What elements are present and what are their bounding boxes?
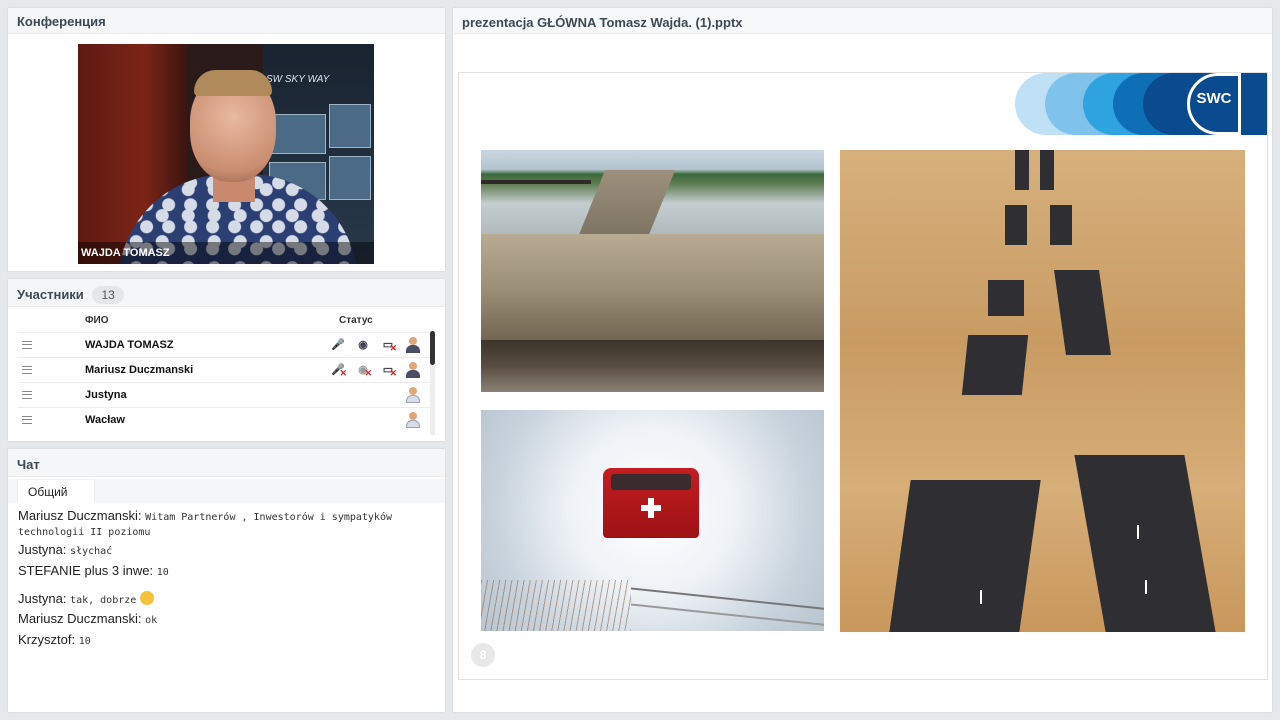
drag-handle-icon[interactable] (22, 366, 32, 374)
road-segment (1015, 150, 1029, 190)
speaker-hair (194, 70, 272, 96)
poster-image (269, 114, 326, 154)
chat-message: Mariusz Duczmanski: ok (18, 612, 428, 627)
presentation-title: prezentacja GŁÓWNA Tomasz Wajda. (1).ppt… (453, 8, 1272, 34)
conference-panel: Конференция SW SKY WAY WAJDA TOMASZ (8, 8, 445, 271)
participant-name: Mariusz Duczmanski (85, 364, 194, 376)
road-segment (961, 335, 1029, 395)
message-text: ok (145, 615, 158, 626)
poster-image (329, 104, 371, 148)
road-segment (1040, 150, 1054, 190)
broken-bridge-image (481, 150, 824, 392)
presentation-panel: prezentacja GŁÓWNA Tomasz Wajda. (1).ppt… (453, 8, 1272, 712)
poster-image (329, 156, 371, 200)
swc-logo: SWC (1015, 73, 1267, 135)
road-segment (988, 280, 1024, 316)
microphone-icon[interactable]: 🎤 (331, 338, 345, 352)
road-segment (889, 480, 1041, 632)
video-feed[interactable]: SW SKY WAY WAJDA TOMASZ (78, 44, 374, 264)
video-name-label: WAJDA TOMASZ (78, 242, 374, 264)
train-in-snow-image (481, 410, 824, 631)
road-segment (1050, 205, 1072, 245)
bridge-railing (481, 180, 591, 228)
microphone-muted-icon[interactable]: 🎤 ✕ (331, 363, 347, 378)
participant-row[interactable]: WAJDA TOMASZ 🎤 ◉ ▭ ✕ (18, 332, 430, 357)
chat-message: Justyna: słychać (18, 543, 428, 558)
locomotive-window (611, 474, 691, 490)
message-author: Mariusz Duczmanski: (18, 508, 142, 523)
presentation-slide[interactable]: SWC 8 (458, 72, 1268, 680)
message-author: Mariusz Duczmanski: (18, 611, 142, 626)
chat-message: Mariusz Duczmanski: Witam Partnerów , In… (18, 509, 428, 539)
participant-row[interactable]: Justyna (18, 382, 430, 407)
webcam-off-icon[interactable]: ◉ ✕ (356, 363, 372, 378)
column-name-header[interactable]: ФИО (85, 315, 109, 326)
user-presenter-icon (406, 362, 420, 378)
drag-handle-icon[interactable] (22, 391, 32, 399)
bridge-far-deck (576, 170, 676, 240)
drag-handle-icon[interactable] (22, 416, 32, 424)
poster-banner: SW SKY WAY (266, 74, 330, 85)
message-author: STEFANIE plus 3 inwe: (18, 563, 154, 578)
dry-grass (481, 580, 631, 631)
road-marking (1137, 525, 1139, 539)
road-segment (1054, 270, 1111, 355)
bridge-deck (481, 234, 824, 344)
webcam-icon[interactable]: ◉ (356, 338, 370, 352)
participant-name: WAJDA TOMASZ (85, 339, 174, 351)
screen-off-icon[interactable]: ▭ ✕ (381, 363, 397, 378)
participants-title: Участники (17, 287, 84, 302)
participant-name: Justyna (85, 389, 127, 401)
screen-off-icon[interactable]: ▭ ✕ (381, 338, 397, 353)
smiley-emoji-icon (139, 591, 154, 605)
chat-tab-general[interactable]: Общий (17, 479, 95, 503)
column-status-header[interactable]: Статус (339, 315, 373, 326)
rail-tracks (631, 587, 824, 627)
user-listener-icon (406, 387, 420, 403)
user-presenter-icon (406, 337, 420, 353)
participants-scrollbar[interactable] (430, 331, 435, 435)
message-author: Justyna: (18, 591, 67, 606)
participant-name: Wacław (85, 414, 125, 426)
participants-header: Участники 13 (8, 279, 445, 307)
swc-globe-logo: SWC (1187, 73, 1241, 135)
participant-row[interactable]: Wacław (18, 407, 430, 432)
message-text: tak, dobrze (70, 595, 137, 606)
chat-message: Justyna: tak, dobrze (18, 591, 428, 607)
chat-title: Чат (8, 449, 445, 477)
road-marking (980, 590, 982, 604)
slide-page-number: 8 (471, 643, 495, 667)
drag-handle-icon[interactable] (22, 341, 32, 349)
message-author: Justyna: (18, 542, 67, 557)
user-listener-icon (406, 412, 420, 428)
message-text: 10 (78, 636, 91, 647)
bridge-base (481, 340, 824, 392)
message-author: Krzysztof: (18, 632, 76, 647)
chat-message: STEFANIE plus 3 inwe: 10 (18, 564, 428, 579)
road-segment (1005, 205, 1027, 245)
road-marking (1145, 580, 1147, 594)
participants-count-badge: 13 (92, 286, 124, 304)
chat-message: Krzysztof: 10 (18, 633, 428, 648)
sand-covered-road-image (840, 150, 1245, 632)
participant-row[interactable]: Mariusz Duczmanski 🎤 ✕ ◉ ✕ ▭ ✕ (18, 357, 430, 382)
message-text: słychać (70, 546, 113, 557)
conference-title: Конференция (8, 8, 445, 34)
scrollbar-thumb[interactable] (430, 331, 435, 365)
participants-panel: Участники 13 ФИО Статус WAJDA TOMASZ 🎤 ◉… (8, 279, 445, 441)
road-segment (1074, 455, 1216, 632)
chat-panel: Чат Общий Mariusz Duczmanski: Witam Part… (8, 449, 445, 712)
message-text: 10 (156, 567, 169, 578)
